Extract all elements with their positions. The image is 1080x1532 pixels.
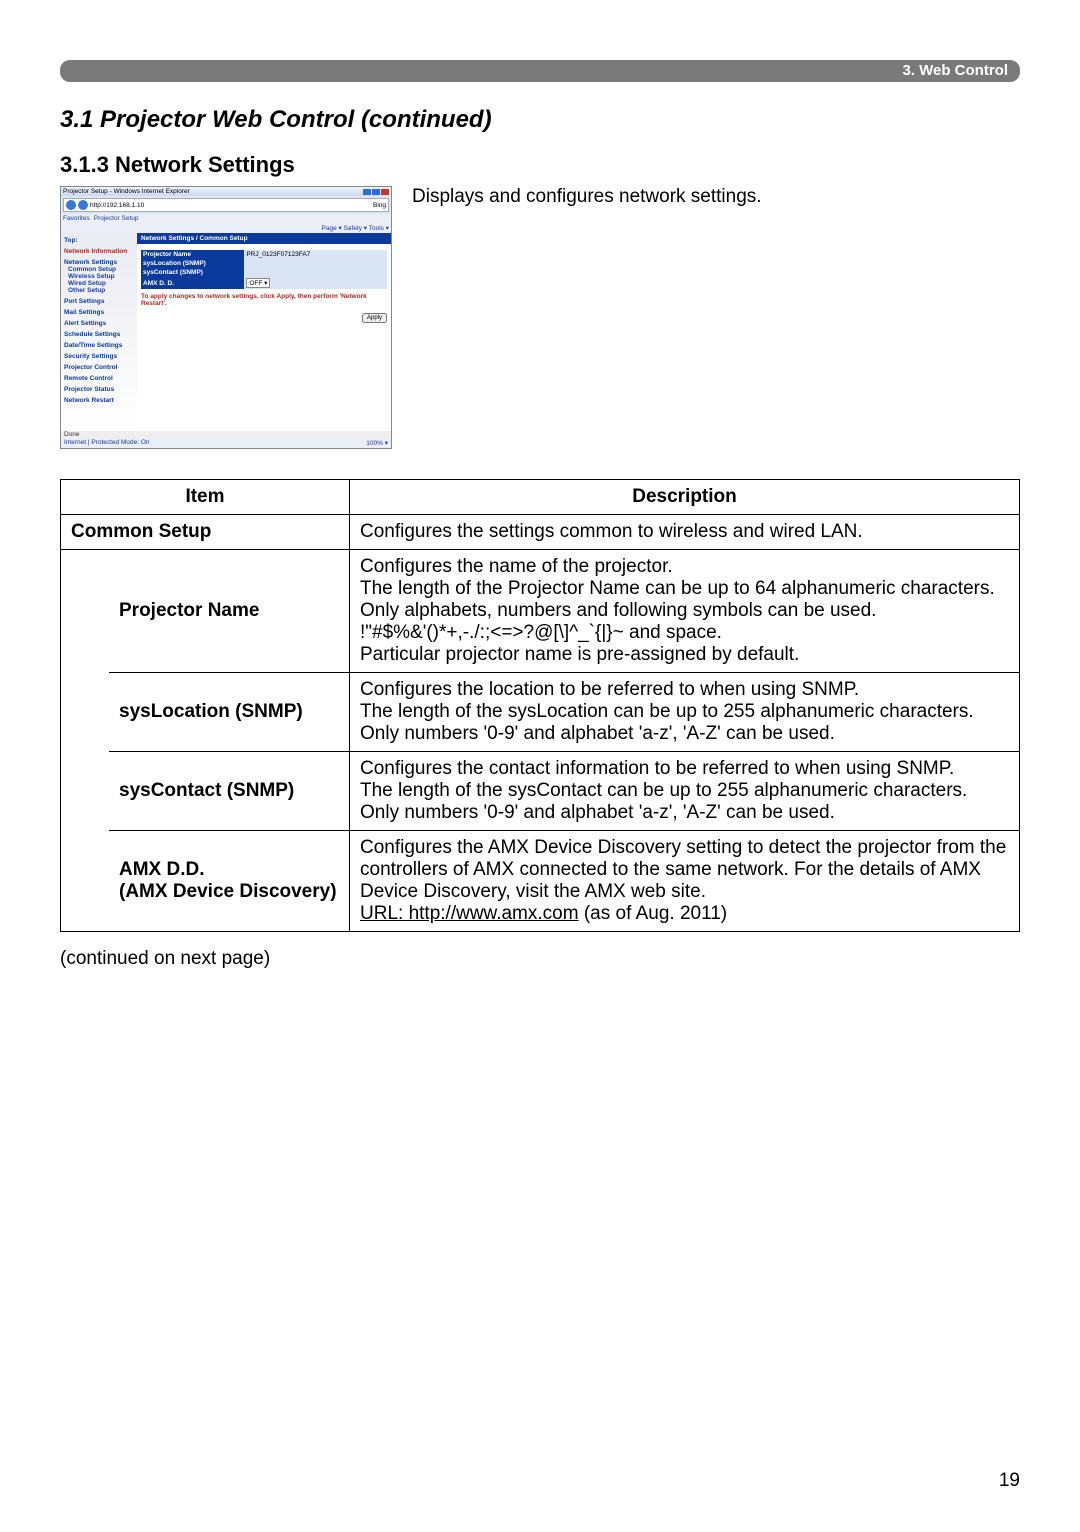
- syscontact-label: sysContact (SNMP): [141, 268, 244, 277]
- indent-spacer: [61, 550, 110, 932]
- th-description: Description: [350, 480, 1020, 515]
- window-titlebar: Projector Setup - Windows Internet Explo…: [61, 187, 391, 196]
- sidebar-port-settings[interactable]: Port Settings: [64, 298, 134, 305]
- sidebar-network-restart[interactable]: Network Restart: [64, 397, 134, 404]
- section-title: 3.1 Projector Web Control (continued): [60, 106, 1020, 134]
- sidebar-other-setup[interactable]: Other Setup: [68, 287, 134, 294]
- projector-name-label: Projector Name: [141, 250, 244, 259]
- row-common-setup-item: Common Setup: [61, 515, 350, 550]
- row-syscontact-item: sysContact (SNMP): [109, 752, 350, 831]
- maximize-icon[interactable]: [372, 189, 380, 195]
- sidebar: Top: Network Information Network Setting…: [61, 233, 137, 431]
- sidebar-datetime-settings[interactable]: Date/Time Settings: [64, 342, 134, 349]
- row-amx-desc-pre: Configures the AMX Device Discovery sett…: [360, 837, 1006, 902]
- apply-warning: To apply changes to network settings, cl…: [141, 293, 387, 307]
- search-field[interactable]: Bing: [373, 202, 386, 209]
- row-amx-desc-post: (as of Aug. 2011): [579, 903, 728, 924]
- status-zoom[interactable]: 100% ▾: [366, 439, 388, 447]
- amx-select[interactable]: OFF ▾: [246, 278, 270, 288]
- amx-url-link[interactable]: URL: http://www.amx.com: [360, 903, 579, 924]
- status-zone: Internet | Protected Mode: On: [64, 439, 150, 447]
- row-projector-name-item: Projector Name: [109, 550, 350, 673]
- address-bar[interactable]: http://192.168.1.10 Bing: [63, 198, 389, 212]
- nav-forward-icon[interactable]: [78, 200, 88, 210]
- syscontact-input[interactable]: [244, 268, 387, 277]
- sidebar-projector-control[interactable]: Projector Control: [64, 364, 134, 371]
- page-number: 19: [999, 1470, 1020, 1492]
- main-panel: Network Settings / Common Setup Projecto…: [137, 233, 391, 431]
- row-amx-desc: Configures the AMX Device Discovery sett…: [350, 831, 1020, 932]
- url-field[interactable]: http://192.168.1.10: [90, 202, 371, 209]
- sidebar-network-information[interactable]: Network Information: [64, 248, 134, 255]
- window-title: Projector Setup - Windows Internet Explo…: [63, 188, 190, 195]
- minimize-icon[interactable]: [363, 189, 371, 195]
- apply-button[interactable]: Apply: [362, 313, 387, 323]
- close-icon[interactable]: [381, 189, 389, 195]
- sidebar-network-settings[interactable]: Network Settings: [64, 259, 134, 266]
- chapter-label: 3. Web Control: [902, 62, 1008, 79]
- row-projector-name-desc: Configures the name of the projector. Th…: [350, 550, 1020, 673]
- syslocation-label: sysLocation (SNMP): [141, 259, 244, 268]
- row-syscontact-desc: Configures the contact information to be…: [350, 752, 1020, 831]
- sidebar-wireless-setup[interactable]: Wireless Setup: [68, 273, 134, 280]
- subsection-title: 3.1.3 Network Settings: [60, 152, 1020, 178]
- sidebar-mail-settings[interactable]: Mail Settings: [64, 309, 134, 316]
- favorites-label[interactable]: Favorites: [63, 215, 90, 222]
- sidebar-schedule-settings[interactable]: Schedule Settings: [64, 331, 134, 338]
- status-done: Done: [61, 431, 391, 438]
- ie-toolbar[interactable]: Page ▾ Safety ▾ Tools ▾: [61, 223, 391, 233]
- th-item: Item: [61, 480, 350, 515]
- sidebar-common-setup[interactable]: Common Setup: [68, 266, 134, 273]
- chapter-bar: 3. Web Control: [60, 60, 1020, 82]
- sidebar-security-settings[interactable]: Security Settings: [64, 353, 134, 360]
- row-common-setup-desc: Configures the settings common to wirele…: [350, 515, 1020, 550]
- syslocation-input[interactable]: [244, 259, 387, 268]
- continued-note: (continued on next page): [60, 948, 1020, 970]
- sidebar-projector-status[interactable]: Projector Status: [64, 386, 134, 393]
- sidebar-remote-control[interactable]: Remote Control: [64, 375, 134, 382]
- panel-title: Network Settings / Common Setup: [137, 233, 391, 244]
- row-syslocation-item: sysLocation (SNMP): [109, 673, 350, 752]
- row-amx-item: AMX D.D. (AMX Device Discovery): [109, 831, 350, 932]
- sidebar-wired-setup[interactable]: Wired Setup: [68, 280, 134, 287]
- row-syslocation-desc: Configures the location to be referred t…: [350, 673, 1020, 752]
- sidebar-top[interactable]: Top:: [64, 237, 134, 244]
- description-table: Item Description Common Setup Configures…: [60, 479, 1020, 932]
- sidebar-alert-settings[interactable]: Alert Settings: [64, 320, 134, 327]
- projector-name-input[interactable]: PRJ_0123F07123FA7: [244, 250, 387, 259]
- intro-text: Displays and configures network settings…: [412, 186, 762, 449]
- amx-label: AMX D. D.: [141, 277, 244, 289]
- browser-window: Projector Setup - Windows Internet Explo…: [60, 186, 392, 449]
- nav-back-icon[interactable]: [66, 200, 76, 210]
- tab-label[interactable]: Projector Setup: [94, 215, 139, 222]
